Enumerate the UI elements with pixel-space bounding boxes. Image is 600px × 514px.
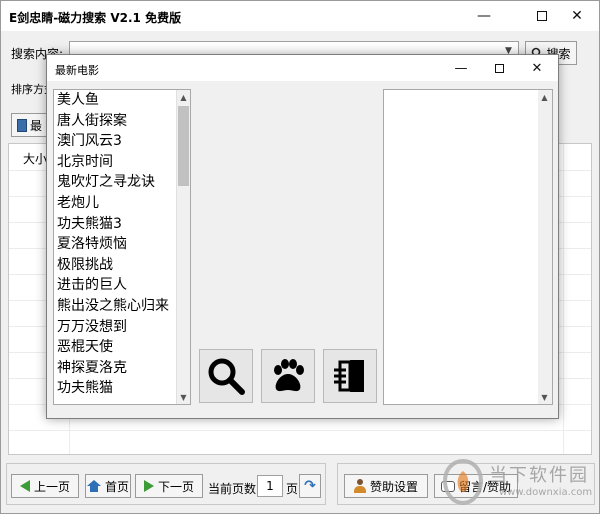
page-unit-label: 页 <box>286 482 299 496</box>
page-number-input[interactable] <box>257 475 283 497</box>
grid-line <box>9 430 591 431</box>
arrow-left-icon <box>19 480 30 492</box>
next-page-button[interactable]: 下一页 <box>135 474 203 498</box>
exit-door-icon <box>334 360 364 392</box>
list-item[interactable]: 唐人街探案 <box>57 111 127 131</box>
watermark: 当下软件园 www.downxia.com <box>441 457 600 514</box>
baidu-search-button[interactable] <box>261 349 315 403</box>
downxia-logo-icon <box>442 458 484 506</box>
arrow-right-icon <box>143 480 154 492</box>
refresh-icon: ↷ <box>304 478 316 494</box>
dialog-minimize-button[interactable]: — <box>441 55 481 81</box>
home-page-button[interactable]: 首页 <box>85 474 131 498</box>
current-page-label: 当前页数: <box>208 482 261 496</box>
column-header-size[interactable]: 大小 <box>23 150 47 167</box>
scroll-up-icon[interactable]: ▲ <box>538 90 551 104</box>
list-item[interactable]: 北京时间 <box>57 152 113 172</box>
scroll-down-icon[interactable]: ▼ <box>538 390 551 404</box>
search-movie-button[interactable] <box>199 349 253 403</box>
watermark-url: www.downxia.com <box>499 487 593 498</box>
grid-line <box>563 144 564 454</box>
latest-movies-dialog: 最新电影 — ✕ 美人鱼 唐人街探案 澳门风云3 北京时间 鬼吹灯之寻龙诀 老炮… <box>46 54 559 419</box>
prev-page-button[interactable]: 上一页 <box>11 474 79 498</box>
dialog-close-button[interactable]: ✕ <box>517 55 557 81</box>
scroll-up-icon[interactable]: ▲ <box>177 90 190 104</box>
paw-icon <box>274 359 304 392</box>
close-icon: ✕ <box>571 8 583 24</box>
movie-detail-panel[interactable]: ▲ ▼ <box>383 89 553 405</box>
support-settings-button[interactable]: 赞助设置 <box>344 474 428 498</box>
movie-list-scrollbar[interactable]: ▲ ▼ <box>176 90 190 404</box>
maximize-icon <box>537 11 547 21</box>
person-icon <box>353 479 366 493</box>
minimize-icon: — <box>454 60 468 76</box>
home-page-label: 首页 <box>104 479 129 494</box>
support-settings-label: 赞助设置 <box>369 479 418 494</box>
window-title: E剑忠睛-磁力搜索 V2.1 免费版 <box>9 11 182 25</box>
close-button[interactable]: ✕ <box>554 1 600 31</box>
title-bar: E剑忠睛-磁力搜索 V2.1 免费版 — ✕ <box>1 1 599 31</box>
magnifier-icon <box>208 358 245 395</box>
minimize-button[interactable]: — <box>461 1 507 31</box>
prev-page-label: 上一页 <box>33 479 70 494</box>
scroll-thumb[interactable] <box>178 106 189 186</box>
list-item[interactable]: 熊出没之熊心归来 <box>57 296 169 316</box>
list-item[interactable]: 鬼吹灯之寻龙诀 <box>57 172 155 192</box>
go-page-button[interactable]: ↷ <box>299 474 321 498</box>
list-item[interactable]: 老炮儿 <box>57 193 99 213</box>
list-item[interactable]: 澳门风云3 <box>57 131 122 151</box>
list-item[interactable]: 功夫熊猫 <box>57 378 113 398</box>
scroll-down-icon[interactable]: ▼ <box>177 390 190 404</box>
list-item[interactable]: 恶棍天使 <box>57 337 113 357</box>
dialog-title-bar: 最新电影 — ✕ <box>47 55 558 81</box>
dialog-title: 最新电影 <box>55 64 99 77</box>
latest-button-label: 最 <box>30 118 43 133</box>
list-item[interactable]: 进击的巨人 <box>57 275 127 295</box>
maximize-icon <box>494 63 504 73</box>
next-page-label: 下一页 <box>157 479 194 494</box>
list-item[interactable]: 神探夏洛克 <box>57 358 127 378</box>
movie-list[interactable]: 美人鱼 唐人街探案 澳门风云3 北京时间 鬼吹灯之寻龙诀 老炮儿 功夫熊猫3 夏… <box>53 89 191 405</box>
home-icon <box>86 480 101 492</box>
list-item[interactable]: 万万没想到 <box>57 317 127 337</box>
dialog-maximize-button[interactable] <box>479 55 519 81</box>
minimize-icon: — <box>477 8 491 24</box>
exit-button[interactable] <box>323 349 377 403</box>
list-item[interactable]: 极限挑战 <box>57 255 113 275</box>
list-item[interactable]: 美人鱼 <box>57 90 99 110</box>
close-icon: ✕ <box>531 60 543 76</box>
detail-scrollbar[interactable]: ▲ ▼ <box>538 90 552 404</box>
book-icon <box>17 118 27 132</box>
list-item[interactable]: 夏洛特烦恼 <box>57 234 127 254</box>
watermark-title: 当下软件园 <box>489 465 589 486</box>
list-item[interactable]: 功夫熊猫3 <box>57 214 122 234</box>
